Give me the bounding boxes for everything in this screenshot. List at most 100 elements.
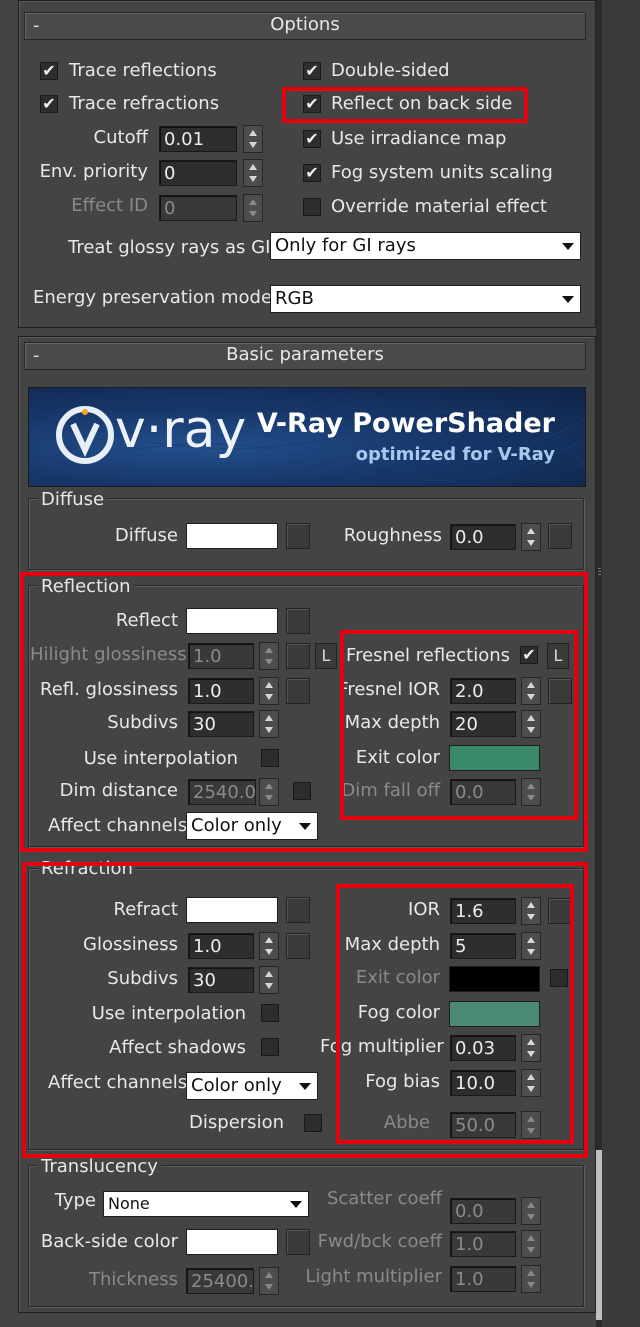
abbe-field[interactable]: 50.0: [450, 1112, 516, 1138]
fog-color-label: Fog color: [357, 1002, 440, 1023]
scrollbar-grip: [598, 574, 601, 575]
refl-use-interpolation-checkbox[interactable]: [261, 749, 279, 767]
fresnel-lock-button[interactable]: L: [547, 643, 569, 669]
reflect-color-swatch[interactable]: [186, 608, 278, 634]
options-rollout-header[interactable]: - Options: [24, 12, 586, 40]
trace-refractions-checkbox[interactable]: ✔: [40, 95, 58, 113]
refr-exit-color-swatch[interactable]: [449, 966, 540, 992]
scatter-coeff-spinner[interactable]: [521, 1197, 541, 1225]
cutoff-spinner[interactable]: [243, 125, 263, 153]
fog-multiplier-spinner[interactable]: [521, 1034, 541, 1062]
refr-exit-color-checkbox[interactable]: [550, 969, 568, 987]
scrollbar-track[interactable]: [596, 0, 602, 1327]
fwd-bck-coeff-field[interactable]: 1.0: [450, 1231, 516, 1257]
reflect-map-button[interactable]: [286, 608, 310, 634]
refr-affect-channels-dropdown[interactable]: Color only: [186, 1072, 318, 1100]
trace-reflections-checkbox[interactable]: ✔: [40, 62, 58, 80]
refl-subdivs-field[interactable]: 30: [188, 711, 254, 737]
light-multiplier-spinner[interactable]: [521, 1265, 541, 1293]
back-side-color-swatch[interactable]: [186, 1229, 278, 1255]
reflect-back-side-checkbox[interactable]: ✔: [303, 95, 321, 113]
banner-subtitle: optimized for V-Ray: [355, 444, 555, 465]
scatter-coeff-field[interactable]: 0.0: [450, 1198, 516, 1224]
scrollbar-thumb[interactable]: [596, 1150, 602, 1320]
fresnel-ior-map-button[interactable]: [548, 678, 572, 704]
refr-subdivs-field[interactable]: 30: [188, 967, 254, 993]
refr-max-depth-field[interactable]: 5: [450, 933, 516, 959]
cutoff-field[interactable]: 0.01: [159, 126, 237, 152]
refr-glossiness-spinner[interactable]: [259, 932, 279, 960]
dim-distance-spinner[interactable]: [259, 778, 279, 806]
refract-color-swatch[interactable]: [186, 897, 278, 923]
hilight-lock-button[interactable]: L: [315, 643, 337, 669]
roughness-field[interactable]: 0.0: [450, 524, 516, 550]
abbe-spinner[interactable]: [521, 1111, 541, 1139]
refl-max-depth-spinner[interactable]: [521, 710, 541, 738]
fresnel-reflections-label: Fresnel reflections: [346, 645, 510, 666]
back-side-map-button[interactable]: [286, 1229, 310, 1255]
env-priority-field[interactable]: 0: [159, 160, 237, 186]
ior-map-button[interactable]: [548, 898, 572, 924]
hilight-glossiness-map-button[interactable]: [286, 643, 310, 669]
thickness-spinner[interactable]: [259, 1267, 279, 1295]
thickness-field[interactable]: 25400.: [186, 1268, 254, 1294]
double-sided-checkbox[interactable]: ✔: [303, 62, 321, 80]
treat-glossy-dropdown[interactable]: Only for GI rays: [270, 232, 581, 260]
dim-distance-checkbox[interactable]: [293, 782, 311, 800]
refl-max-depth-label: Max depth: [344, 712, 440, 733]
fog-color-swatch[interactable]: [449, 1001, 540, 1027]
roughness-spinner[interactable]: [521, 523, 541, 551]
fog-bias-spinner[interactable]: [521, 1069, 541, 1097]
refl-glossiness-spinner[interactable]: [259, 677, 279, 705]
hilight-glossiness-spinner[interactable]: [259, 642, 279, 670]
refr-glossiness-label: Glossiness: [83, 934, 178, 955]
fog-units-scaling-checkbox[interactable]: ✔: [303, 164, 321, 182]
fog-bias-field[interactable]: 10.0: [450, 1070, 516, 1096]
energy-preservation-dropdown[interactable]: RGB: [270, 285, 581, 313]
translucency-type-dropdown[interactable]: None: [103, 1191, 309, 1217]
refr-max-depth-spinner[interactable]: [521, 932, 541, 960]
diffuse-color-swatch[interactable]: [186, 523, 278, 549]
hilight-glossiness-label: Hilight glossiness: [30, 644, 187, 665]
refraction-group-title: Refraction: [38, 858, 136, 880]
refr-max-depth-label: Max depth: [344, 934, 440, 955]
fog-multiplier-label: Fog multiplier: [320, 1036, 444, 1057]
effect-id-spinner[interactable]: [243, 194, 263, 222]
fresnel-reflections-checkbox[interactable]: ✔: [520, 646, 538, 664]
refract-map-button[interactable]: [286, 897, 310, 923]
dim-falloff-spinner[interactable]: [521, 778, 541, 806]
hilight-glossiness-field[interactable]: 1.0: [188, 643, 254, 669]
effect-id-field[interactable]: 0: [159, 195, 237, 221]
reflect-back-side-label: Reflect on back side: [331, 93, 513, 114]
env-priority-spinner[interactable]: [243, 159, 263, 187]
ior-field[interactable]: 1.6: [450, 898, 516, 924]
dim-distance-field[interactable]: 2540.0: [188, 779, 256, 805]
translucency-type-value: None: [108, 1194, 150, 1213]
fresnel-ior-field[interactable]: 2.0: [450, 678, 516, 704]
refl-affect-channels-dropdown[interactable]: Color only: [186, 812, 318, 840]
refr-glossiness-map-button[interactable]: [286, 933, 310, 959]
refl-max-depth-field[interactable]: 20: [450, 711, 516, 737]
refr-subdivs-spinner[interactable]: [259, 966, 279, 994]
fresnel-ior-spinner[interactable]: [521, 677, 541, 705]
override-material-effect-checkbox[interactable]: [303, 198, 321, 216]
fwd-bck-coeff-spinner[interactable]: [521, 1230, 541, 1258]
refl-glossiness-map-button[interactable]: [286, 678, 310, 704]
dispersion-checkbox[interactable]: [304, 1114, 322, 1132]
refr-glossiness-field[interactable]: 1.0: [188, 933, 254, 959]
fog-multiplier-field[interactable]: 0.03: [450, 1035, 516, 1061]
ior-spinner[interactable]: [521, 897, 541, 925]
refl-glossiness-field[interactable]: 1.0: [188, 678, 254, 704]
light-multiplier-field[interactable]: 1.0: [450, 1266, 516, 1292]
refl-exit-color-swatch[interactable]: [449, 745, 540, 771]
basic-parameters-rollout-header[interactable]: - Basic parameters: [24, 342, 586, 370]
fog-units-scaling-label: Fog system units scaling: [331, 162, 553, 183]
refl-subdivs-spinner[interactable]: [259, 710, 279, 738]
use-irradiance-map-checkbox[interactable]: ✔: [303, 130, 321, 148]
refr-use-interpolation-checkbox[interactable]: [261, 1004, 279, 1022]
diffuse-map-button[interactable]: [286, 523, 310, 549]
dim-falloff-field[interactable]: 0.0: [450, 779, 516, 805]
affect-shadows-checkbox[interactable]: [261, 1038, 279, 1056]
light-multiplier-label: Light multiplier: [305, 1266, 442, 1287]
roughness-map-button[interactable]: [548, 523, 572, 549]
